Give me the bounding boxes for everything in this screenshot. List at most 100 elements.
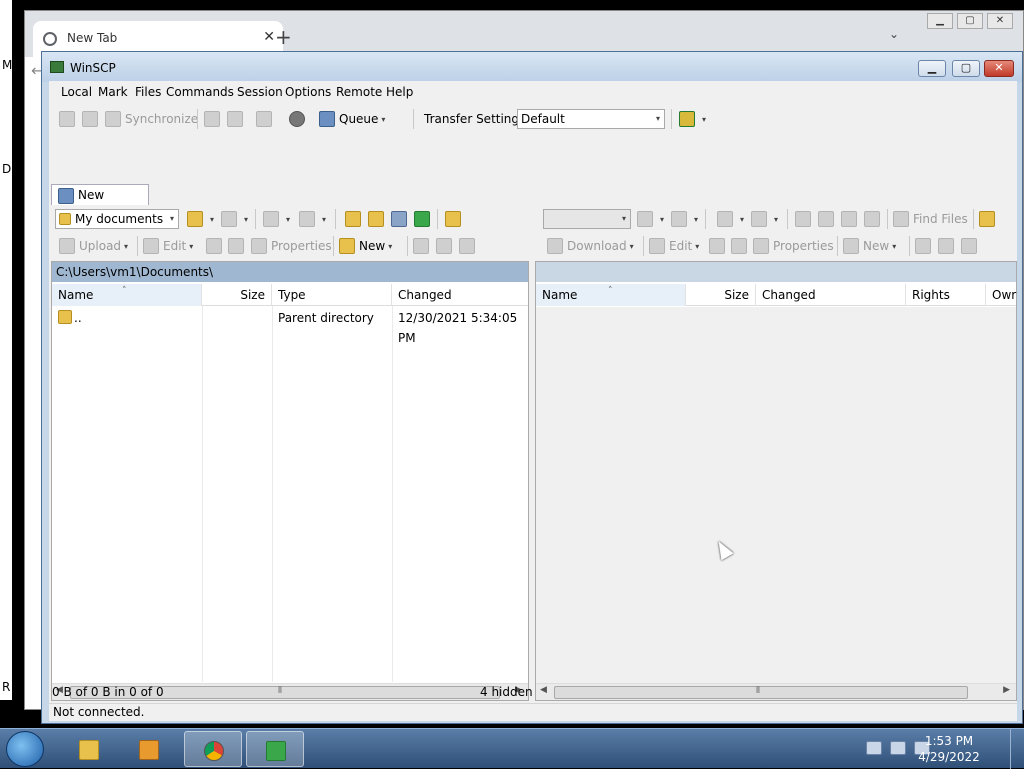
home-directory-button[interactable] (391, 208, 411, 230)
remote-unselect-files-button[interactable] (938, 235, 958, 257)
tree-button[interactable] (445, 208, 465, 230)
site-manager-button[interactable] (256, 108, 276, 130)
back-icon (717, 211, 733, 227)
chrome-maximize-button[interactable]: ▢ (957, 13, 983, 29)
tab-search-chevron-icon[interactable]: ⌄ (889, 27, 899, 41)
remote-forward-button[interactable]: ▾ (751, 208, 778, 230)
remote-column-size[interactable]: Size (686, 284, 756, 306)
menu-remote[interactable]: Remote (336, 85, 382, 99)
open-putty-button[interactable] (227, 108, 247, 130)
remote-column-headers: Name ˄ Size Changed Rights Owr (536, 284, 1016, 306)
rename-button[interactable] (228, 235, 248, 257)
maximize-button[interactable]: ▢ (952, 60, 980, 77)
remote-column-rights[interactable]: Rights (906, 284, 986, 306)
parent-directory-button[interactable] (345, 208, 365, 230)
edit-button[interactable]: Edit ▾ (143, 235, 193, 257)
chrome-close-button[interactable]: ✕ (987, 13, 1013, 29)
filter-files-button[interactable] (459, 235, 479, 257)
forward-button[interactable]: ▾ (299, 208, 326, 230)
remote-home-button[interactable] (841, 208, 861, 230)
toolbar-separator (909, 236, 910, 256)
menu-session[interactable]: Session (237, 85, 283, 99)
find-files-button[interactable]: Find Files (893, 208, 968, 230)
find-files-label: Find Files (913, 212, 968, 226)
menu-commands[interactable]: Commands (166, 85, 234, 99)
menu-options[interactable]: Options (285, 85, 331, 99)
action-center-icon[interactable] (866, 741, 882, 755)
remote-column-owner[interactable]: Owr (986, 284, 1018, 306)
upload-button[interactable]: Upload ▾ (59, 235, 128, 257)
properties-label: Properties (271, 239, 332, 253)
start-button[interactable] (6, 731, 44, 767)
chrome-minimize-button[interactable]: ▁ (927, 13, 953, 29)
remote-new-button[interactable]: New ▾ (843, 235, 896, 257)
tree-icon (979, 211, 995, 227)
close-tab-icon[interactable]: ✕ (263, 29, 275, 45)
preferences-button[interactable] (289, 108, 309, 130)
synchronize-button[interactable]: Synchronize (105, 108, 198, 130)
remote-location-select[interactable]: ▾ (543, 209, 631, 229)
minimize-button[interactable]: ▁ (918, 60, 946, 77)
new-tab-button[interactable]: + (275, 25, 292, 49)
open-terminal-button[interactable] (204, 108, 224, 130)
remote-open-directory-button[interactable]: ▾ (637, 208, 664, 230)
remote-path-bar[interactable] (536, 262, 1016, 282)
unselect-files-button[interactable] (436, 235, 456, 257)
local-location-select[interactable]: My documents ▾ (55, 209, 179, 229)
remote-filter-button[interactable]: ▾ (671, 208, 698, 230)
download-button[interactable]: Download ▾ (547, 235, 634, 257)
refresh-button[interactable] (414, 208, 434, 230)
remote-refresh-button[interactable] (864, 208, 884, 230)
column-size[interactable]: Size (202, 284, 272, 306)
local-file-toolbar: Upload ▾ Edit ▾ Properties New ▾ (49, 235, 529, 261)
select-files-button[interactable] (413, 235, 433, 257)
open-directory-button[interactable]: ▾ (187, 208, 214, 230)
transfer-settings-select[interactable]: Default ▾ (517, 109, 665, 129)
remote-tree-button[interactable] (979, 208, 999, 230)
properties-button[interactable]: Properties (251, 235, 332, 257)
remote-filter-files-button[interactable] (961, 235, 981, 257)
remote-back-button[interactable]: ▾ (717, 208, 744, 230)
back-button[interactable]: ▾ (263, 208, 290, 230)
remote-properties-button[interactable]: Properties (753, 235, 834, 257)
local-path-bar[interactable]: C:\Users\vm1\Documents\ (52, 262, 528, 282)
remote-delete-button[interactable] (709, 235, 729, 257)
new-session-tab[interactable]: New Session (51, 184, 149, 222)
taskbar-winscp[interactable] (246, 731, 304, 767)
taskbar-explorer[interactable] (60, 731, 118, 767)
show-desktop-button[interactable] (1010, 729, 1024, 769)
system-clock[interactable]: 1:53 PM 4/29/2022 (914, 733, 984, 765)
remote-column-name[interactable]: Name ˄ (536, 284, 686, 306)
remote-column-changed[interactable]: Changed (756, 284, 906, 306)
column-changed[interactable]: Changed (392, 284, 530, 306)
filter-button[interactable]: ▾ (221, 208, 248, 230)
compare-directories-button[interactable] (59, 108, 79, 130)
menu-mark[interactable]: Mark (98, 85, 128, 99)
close-button[interactable]: ✕ (984, 60, 1014, 77)
menu-local[interactable]: Local (61, 85, 92, 99)
remote-parent-directory-button[interactable] (795, 208, 815, 230)
remote-root-directory-button[interactable] (818, 208, 838, 230)
remote-file-list[interactable] (536, 307, 1016, 683)
root-directory-button[interactable] (368, 208, 388, 230)
gear-icon (289, 111, 305, 127)
remote-select-files-button[interactable] (915, 235, 935, 257)
remote-rename-button[interactable] (731, 235, 751, 257)
column-type[interactable]: Type (272, 284, 392, 306)
queue-button[interactable]: Queue ▾ (319, 108, 385, 130)
transfer-options-button[interactable]: ▾ (679, 108, 706, 130)
network-icon[interactable] (890, 741, 906, 755)
remote-edit-button[interactable]: Edit ▾ (649, 235, 699, 257)
new-button[interactable]: New ▾ (339, 235, 392, 257)
table-row[interactable]: .. Parent directory 12/30/2021 5:34:05 P… (52, 308, 528, 345)
local-hidden-count[interactable]: 4 hidden (480, 685, 533, 699)
menu-files[interactable]: Files (135, 85, 161, 99)
taskbar-chrome[interactable] (184, 731, 242, 767)
menu-help[interactable]: Help (386, 85, 413, 99)
title-bar[interactable]: WinSCP ▁ ▢ ✕ (42, 52, 1022, 82)
home-icon (841, 211, 857, 227)
delete-button[interactable] (206, 235, 226, 257)
column-name[interactable]: Name ˄ (52, 284, 202, 306)
taskbar-media-player[interactable] (120, 731, 178, 767)
keep-remote-up-to-date-button[interactable] (82, 108, 102, 130)
